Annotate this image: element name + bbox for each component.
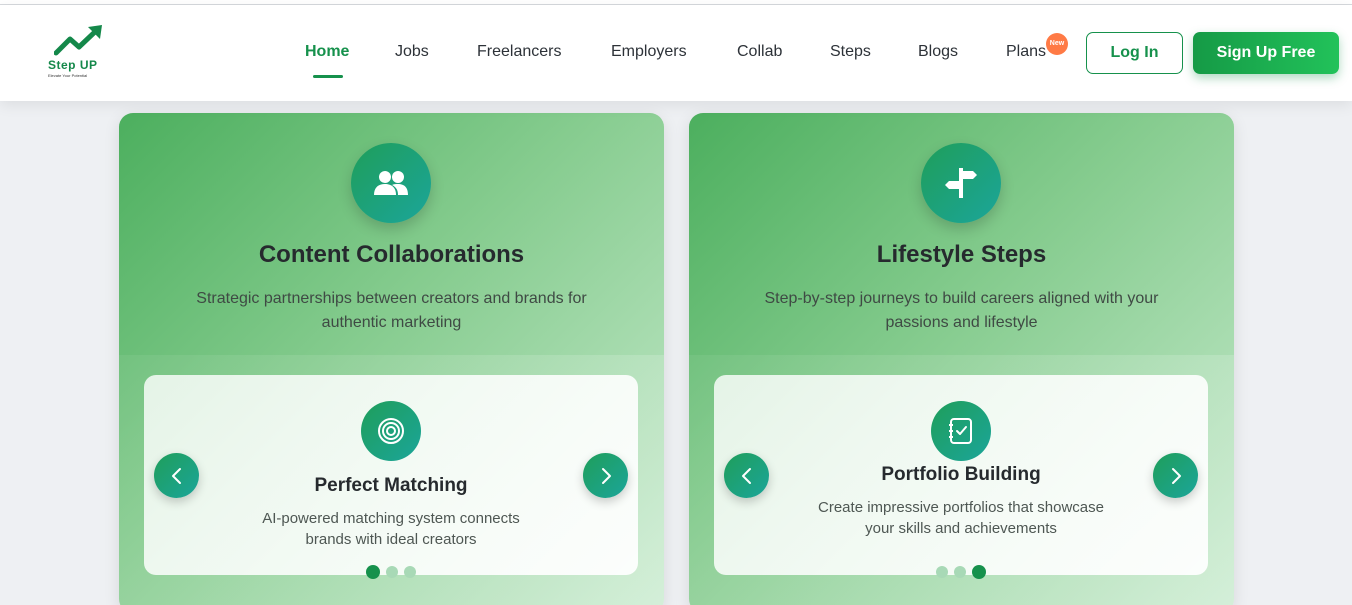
- brand-logo[interactable]: Step UP Elevate Your Potential: [46, 25, 110, 85]
- carousel-dot[interactable]: [366, 565, 380, 579]
- nav-freelancers[interactable]: Freelancers: [477, 43, 561, 61]
- brand-name: Step UP: [48, 58, 98, 72]
- signpost-icon: [921, 143, 1001, 223]
- brand-tagline: Elevate Your Potential: [48, 73, 88, 78]
- carousel-slide: Portfolio Building Create impressive por…: [714, 375, 1208, 579]
- nav-jobs[interactable]: Jobs: [395, 43, 429, 61]
- chevron-right-icon: [1171, 467, 1181, 484]
- carousel-dot[interactable]: [404, 566, 416, 578]
- nav-home[interactable]: Home: [305, 43, 349, 61]
- card-title: Content Collaborations: [258, 241, 525, 268]
- carousel-prev-button[interactable]: [154, 453, 199, 498]
- card-description: Step-by-step journeys to build careers a…: [764, 290, 1159, 331]
- carousel-dot[interactable]: [386, 566, 398, 578]
- carousel-slide: Perfect Matching AI-powered matching sys…: [144, 375, 638, 579]
- card-title: Lifestyle Steps: [876, 241, 1047, 268]
- carousel-dot[interactable]: [972, 565, 986, 579]
- carousel-next-button[interactable]: [1153, 453, 1198, 498]
- slide-description: Create impressive portfolios that showca…: [818, 499, 1104, 537]
- growth-arrow-icon: [54, 25, 102, 56]
- nav-blogs[interactable]: Blogs: [918, 43, 958, 61]
- nav-employers[interactable]: Employers: [611, 43, 687, 61]
- carousel-prev-button[interactable]: [724, 453, 769, 498]
- users-icon: [351, 143, 431, 223]
- feature-card-collaborations: Content Collaborations Strategic partner…: [119, 113, 664, 605]
- target-icon: [361, 401, 421, 461]
- carousel-dots: [144, 565, 638, 579]
- carousel-next-button[interactable]: [583, 453, 628, 498]
- chevron-left-icon: [171, 467, 181, 484]
- login-button[interactable]: Log In: [1086, 32, 1183, 74]
- carousel-dot[interactable]: [954, 566, 966, 578]
- checklist-icon: [931, 401, 991, 461]
- chevron-left-icon: [741, 467, 751, 484]
- carousel-dot[interactable]: [936, 566, 948, 578]
- new-badge: New: [1046, 33, 1068, 55]
- active-nav-indicator: [313, 75, 343, 78]
- chevron-right-icon: [601, 467, 611, 484]
- card-description: Strategic partnerships between creators …: [196, 290, 587, 331]
- nav-steps[interactable]: Steps: [830, 43, 871, 61]
- site-header: Step UP Elevate Your Potential Home Jobs…: [0, 5, 1352, 101]
- signup-button[interactable]: Sign Up Free: [1193, 32, 1339, 74]
- slide-description: AI-powered matching system connects bran…: [262, 510, 520, 548]
- nav-plans[interactable]: Plans: [1006, 43, 1046, 61]
- slide-title: Portfolio Building: [881, 464, 1041, 485]
- slide-title: Perfect Matching: [314, 475, 468, 496]
- nav-collab[interactable]: Collab: [737, 43, 782, 61]
- feature-card-lifestyle: Lifestyle Steps Step-by-step journeys to…: [689, 113, 1234, 605]
- carousel-dots: [714, 565, 1208, 579]
